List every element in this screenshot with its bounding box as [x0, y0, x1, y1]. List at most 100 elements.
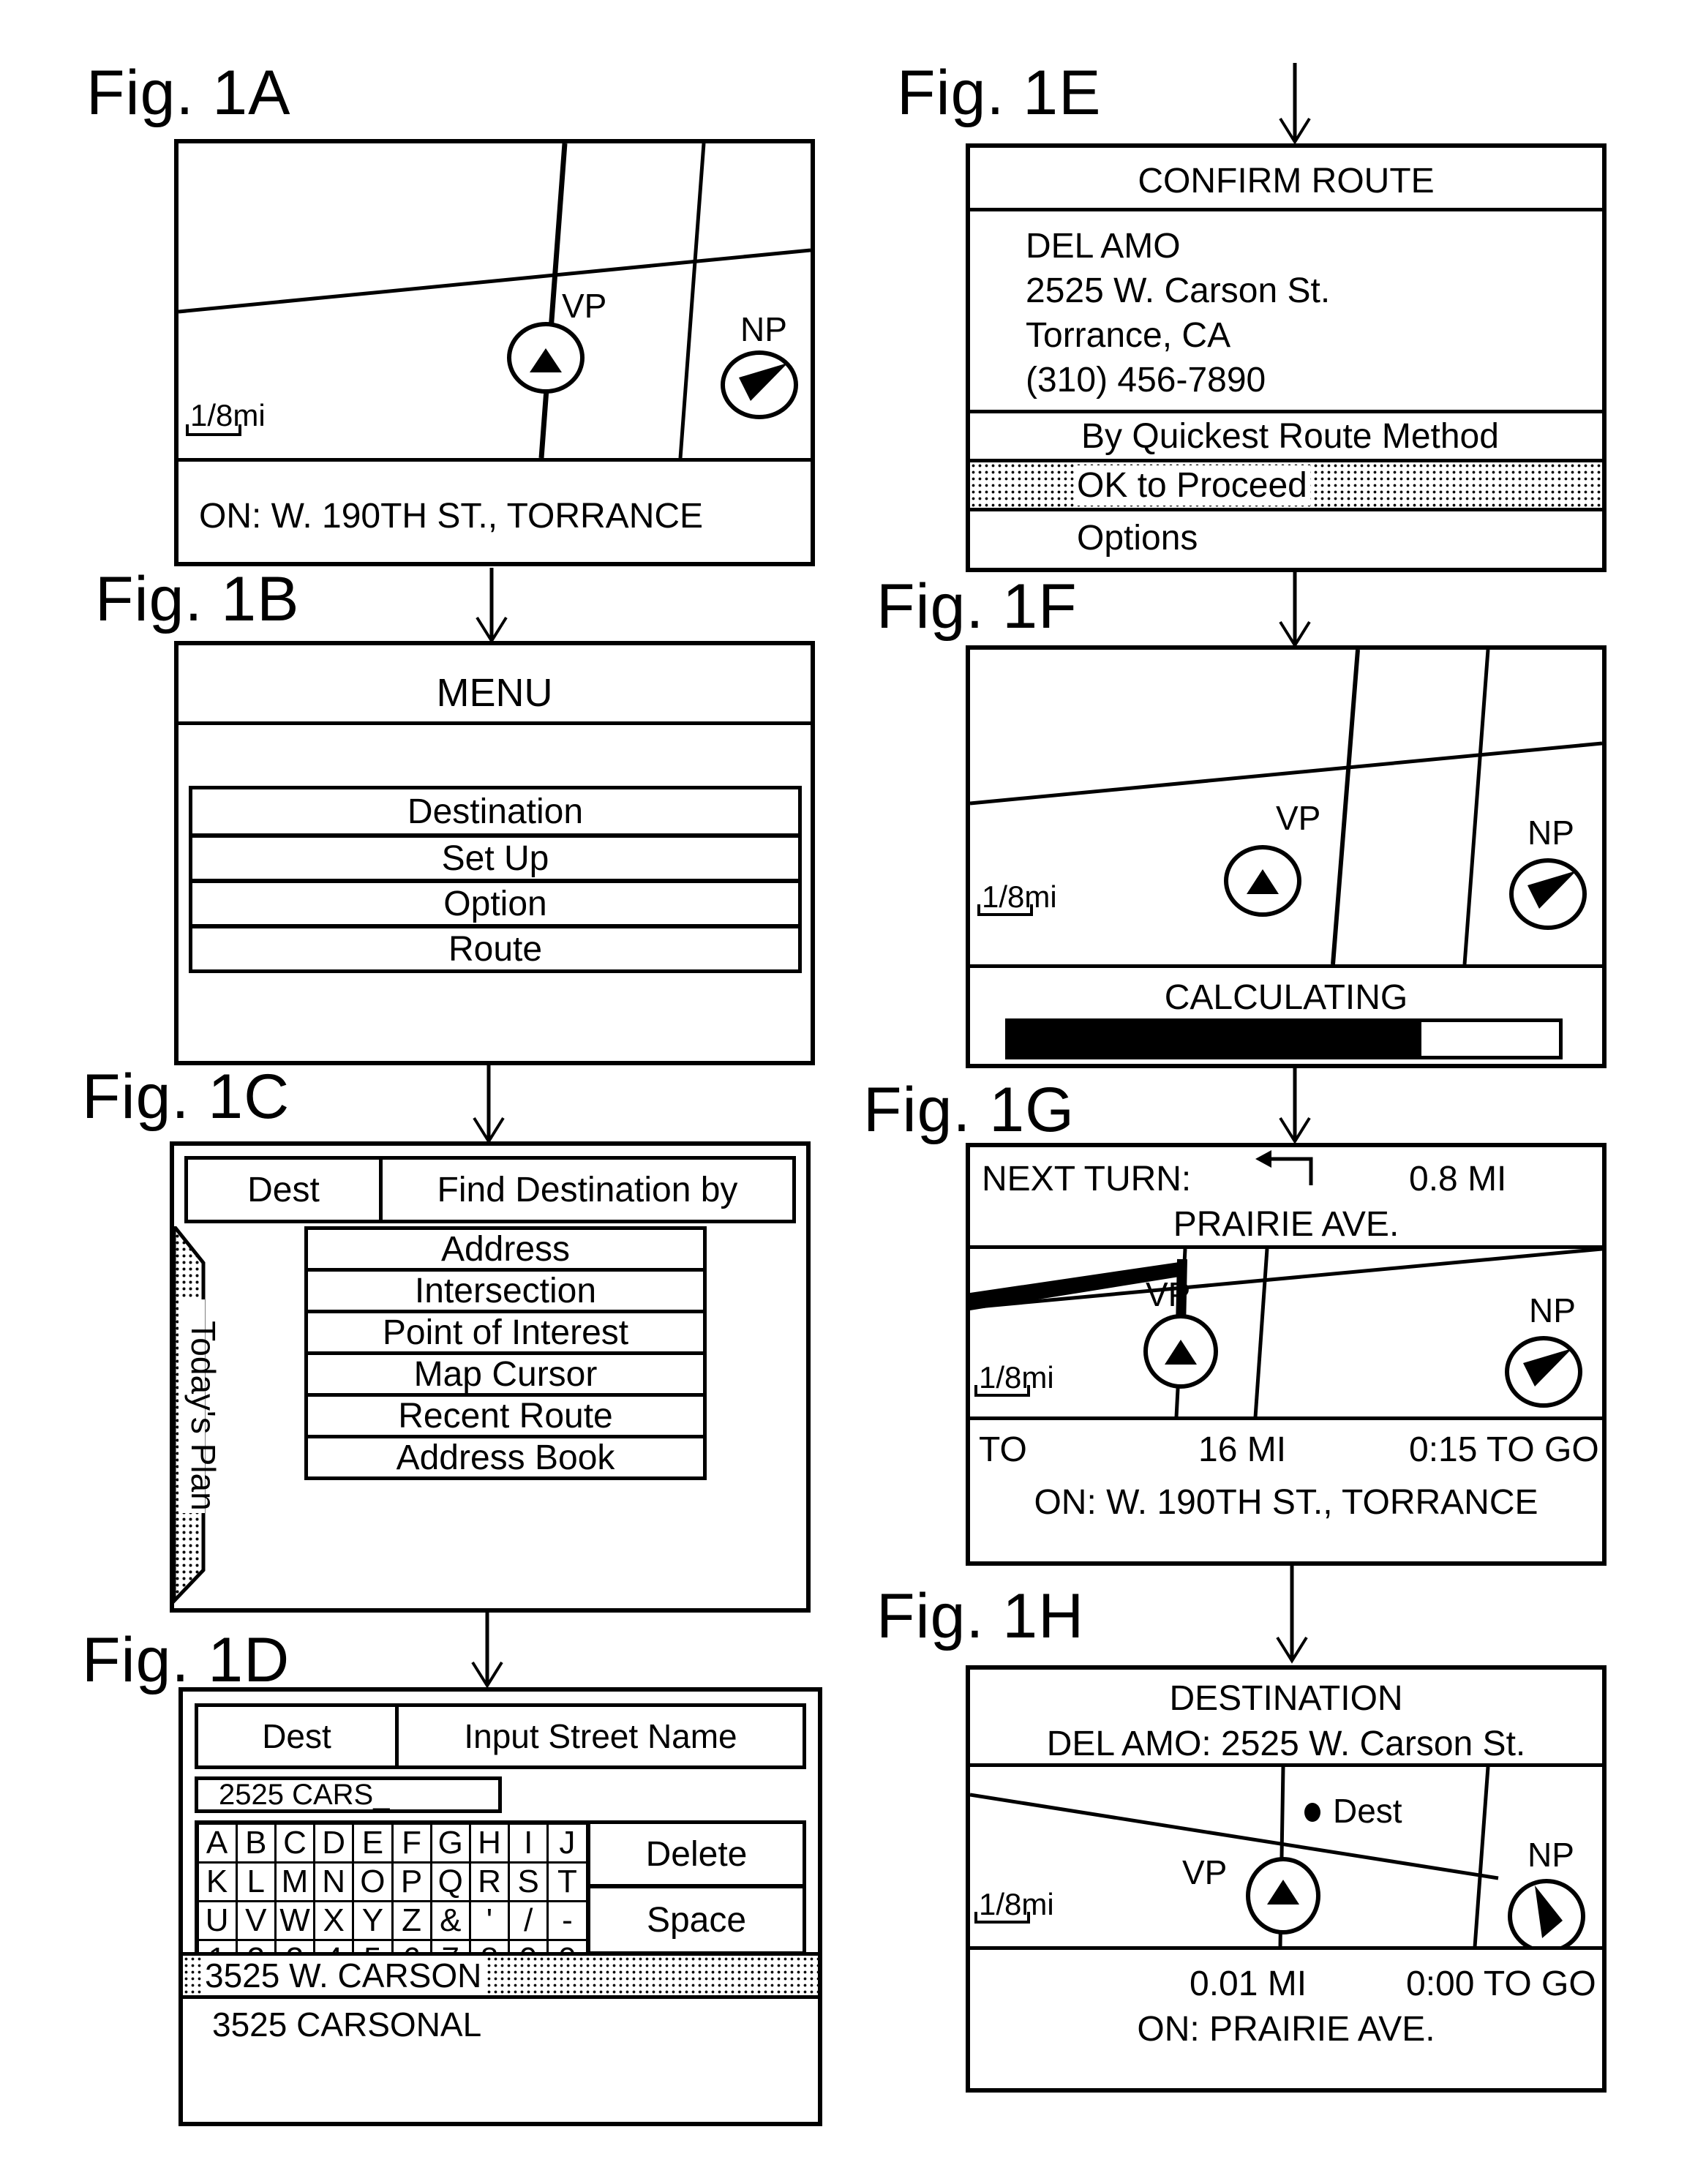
keyboard-key[interactable]: / — [508, 1899, 549, 1941]
street-name-input[interactable]: 2525 CARS_ — [195, 1776, 502, 1813]
keyboard-key[interactable]: A — [196, 1822, 238, 1864]
address-city: Torrance, CA — [1026, 316, 1231, 355]
keyboard-key[interactable]: ' — [468, 1899, 511, 1941]
vehicle-position-icon — [1143, 1314, 1218, 1389]
keyboard-key[interactable]: M — [274, 1861, 316, 1902]
destination-address: DEL AMO 2525 W. Carson St. Torrance, CA … — [1026, 224, 1330, 402]
delete-button[interactable]: Delete — [587, 1820, 806, 1888]
svg-text:1/8mi: 1/8mi — [979, 1360, 1054, 1395]
header-bar: Dest Find Destination by — [184, 1156, 796, 1223]
fig-1a-label: Fig. 1A — [86, 58, 291, 128]
fig-1g-screen: NEXT TURN: 0.8 MI PRAIRIE AVE. VP NP 1/8… — [966, 1143, 1607, 1566]
fig-1c-label: Fig. 1C — [82, 1062, 290, 1132]
scale-bar: 1/8mi — [186, 398, 266, 436]
address-name: DEL AMO — [1026, 227, 1181, 266]
flow-arrow-icon — [1279, 1068, 1311, 1144]
keyboard-key[interactable]: V — [235, 1899, 277, 1941]
menu-item-destination[interactable]: Destination — [189, 786, 802, 837]
header-title: Find Destination by — [437, 1170, 738, 1209]
address-street: 2525 W. Carson St. — [1026, 271, 1331, 310]
road — [1462, 650, 1490, 964]
keyboard-key[interactable]: B — [235, 1822, 277, 1864]
find-by-recent-route[interactable]: Recent Route — [304, 1393, 707, 1438]
keyboard-key[interactable]: X — [313, 1899, 355, 1941]
ok-to-proceed-button[interactable]: OK to Proceed — [970, 462, 1602, 508]
north-pointer-icon — [721, 350, 798, 419]
fig-1b-label: Fig. 1B — [95, 564, 300, 634]
keyboard-key[interactable]: W — [274, 1899, 316, 1941]
keyboard-key[interactable]: T — [546, 1861, 588, 1902]
keyboard-key[interactable]: L — [235, 1861, 277, 1902]
menu-item-route[interactable]: Route — [189, 925, 802, 973]
options-label: Options — [1077, 518, 1198, 558]
time-to-go: 0:15 TO GO — [1409, 1430, 1599, 1469]
road — [1473, 1767, 1490, 1947]
menu-item-set-up[interactable]: Set Up — [189, 834, 802, 882]
list-item-label: Recent Route — [398, 1396, 613, 1436]
find-by-point-of-interest[interactable]: Point of Interest — [304, 1310, 707, 1355]
keyboard-key[interactable]: J — [546, 1822, 588, 1864]
np-label: NP — [1527, 1836, 1574, 1874]
keyboard-key[interactable]: K — [196, 1861, 238, 1902]
divider — [970, 208, 1602, 211]
todays-plan-tab[interactable]: Today's Plan — [174, 1226, 230, 1607]
keyboard-key[interactable]: Q — [429, 1861, 471, 1902]
header-bar: Dest Input Street Name — [195, 1703, 806, 1769]
route-progress-bar — [1005, 1018, 1563, 1059]
menu-item-label: Set Up — [441, 838, 549, 878]
current-street-status: ON: PRAIRIE AVE. — [1137, 2010, 1435, 2049]
keyboard-key[interactable]: E — [352, 1822, 394, 1864]
options-button[interactable]: Options — [970, 511, 1602, 564]
fig-1f-map: VP NP 1/8mi — [970, 650, 1602, 964]
current-street-status: ON: W. 190TH ST., TORRANCE — [1034, 1483, 1538, 1522]
keyboard-key[interactable]: H — [468, 1822, 511, 1864]
flow-arrow-icon — [476, 568, 508, 644]
remaining-distance: 0.01 MI — [1190, 1965, 1307, 2003]
keyboard-key[interactable]: N — [313, 1861, 355, 1902]
header-title: Input Street Name — [464, 1717, 737, 1755]
keyboard-key[interactable]: Z — [391, 1899, 432, 1941]
road — [970, 741, 1602, 806]
keyboard-key[interactable]: S — [508, 1861, 549, 1902]
flow-arrow-icon — [1279, 63, 1311, 145]
keyboard: ABCDEFGHIJKLMNOPQRSTUVWXYZ&'/-1234567890 — [195, 1820, 590, 1980]
keyboard-key[interactable]: G — [429, 1822, 471, 1864]
suggestion-label: 3525 CARSONAL — [212, 2005, 482, 2044]
svg-text:1/8mi: 1/8mi — [982, 879, 1057, 914]
svg-text:1/8mi: 1/8mi — [190, 398, 266, 432]
keyboard-key[interactable]: F — [391, 1822, 432, 1864]
keyboard-key[interactable]: - — [546, 1899, 588, 1941]
route-method-button[interactable]: By Quickest Route Method — [970, 413, 1602, 459]
vp-label: VP — [562, 287, 606, 325]
vehicle-position-icon — [1224, 845, 1301, 917]
keyboard-key[interactable]: U — [196, 1899, 238, 1941]
fig-1b-screen: MENU Destination Set Up Option Route — [174, 641, 815, 1065]
list-item-label: Address Book — [396, 1438, 615, 1477]
keyboard-key[interactable]: I — [508, 1822, 549, 1864]
menu-item-option[interactable]: Option — [189, 879, 802, 928]
scale-bar: 1/8mi — [974, 1887, 1054, 1924]
find-by-intersection[interactable]: Intersection — [304, 1268, 707, 1313]
dest-tab[interactable]: Dest — [188, 1160, 383, 1220]
keyboard-key[interactable]: & — [429, 1899, 471, 1941]
find-by-address[interactable]: Address — [304, 1226, 707, 1272]
road — [1331, 650, 1360, 964]
keyboard-key[interactable]: C — [274, 1822, 316, 1864]
space-button[interactable]: Space — [587, 1885, 806, 1955]
dest-tab[interactable]: Dest — [198, 1707, 399, 1765]
keyboard-key[interactable]: P — [391, 1861, 432, 1902]
flow-arrow-icon — [1276, 1564, 1308, 1664]
find-by-address-book[interactable]: Address Book — [304, 1435, 707, 1480]
north-pointer-icon — [1505, 1336, 1582, 1408]
calculating-status: CALCULATING — [1164, 978, 1408, 1017]
keyboard-key[interactable]: O — [352, 1861, 394, 1902]
keyboard-key[interactable]: Y — [352, 1899, 394, 1941]
flow-arrow-icon — [473, 1065, 505, 1144]
suggestion-item[interactable]: 3525 CARSONAL — [183, 1999, 818, 2050]
menu-title: MENU — [436, 671, 553, 715]
find-by-map-cursor[interactable]: Map Cursor — [304, 1351, 707, 1397]
fig-1g-label: Fig. 1G — [863, 1075, 1075, 1145]
suggestion-item-selected[interactable]: 3525 W. CARSON — [183, 1956, 818, 1995]
keyboard-key[interactable]: R — [468, 1861, 511, 1902]
keyboard-key[interactable]: D — [313, 1822, 355, 1864]
